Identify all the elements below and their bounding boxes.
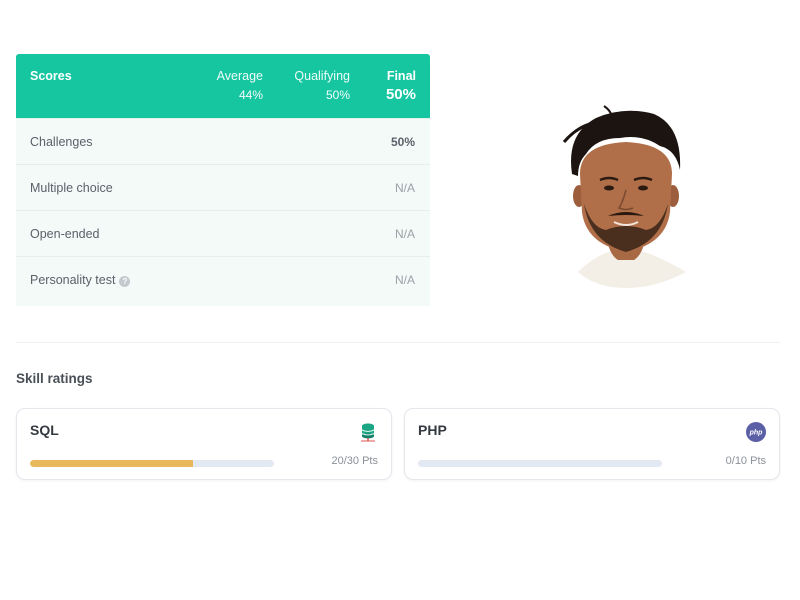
final-column: Final 50% — [386, 69, 416, 103]
score-row-label: Multiple choice — [30, 181, 113, 195]
skill-name: PHP — [418, 422, 447, 438]
average-value: 44% — [238, 88, 263, 102]
score-row-value: N/A — [394, 227, 415, 241]
help-icon[interactable]: ? — [119, 276, 131, 287]
qualifying-value: 50% — [325, 88, 350, 102]
score-row-value: N/A — [394, 273, 415, 287]
average-label: Average — [216, 69, 263, 83]
skill-points: 20/30 Pts — [331, 455, 378, 467]
score-row-open-ended: Open-ended N/A — [16, 210, 430, 256]
skill-card-sql: SQL 20/30 Pts — [16, 408, 392, 480]
php-icon: php — [746, 422, 766, 442]
skill-ratings-title: Skill ratings — [16, 371, 93, 386]
skill-points: 0/10 Pts — [725, 455, 766, 467]
database-icon — [361, 423, 375, 442]
score-row-challenges: Challenges 50% — [16, 118, 430, 164]
skill-card-php: PHP php 0/10 Pts — [404, 408, 780, 480]
score-row-label: Challenges — [30, 135, 93, 149]
scores-header: Scores Average 44% Qualifying 50% Final … — [16, 54, 430, 118]
final-label: Final — [386, 69, 416, 83]
candidate-photo — [562, 105, 686, 288]
score-row-multiple-choice: Multiple choice N/A — [16, 164, 430, 210]
progress-fill — [30, 460, 193, 467]
score-row-value: 50% — [390, 135, 415, 149]
score-row-label: Personality test? — [30, 273, 131, 287]
score-row-label: Open-ended — [30, 227, 100, 241]
progress-bar — [30, 460, 274, 467]
skill-name: SQL — [30, 422, 59, 438]
scores-title: Scores — [30, 69, 72, 83]
score-row-personality-test: Personality test? N/A — [16, 256, 430, 302]
progress-bar — [418, 460, 662, 467]
score-row-value: N/A — [394, 181, 415, 195]
final-value: 50% — [385, 86, 416, 103]
svg-text:php: php — [749, 430, 764, 437]
scores-table: Scores Average 44% Qualifying 50% Final … — [16, 54, 430, 306]
qualifying-label: Qualifying — [294, 69, 350, 83]
average-column: Average 44% — [217, 69, 263, 102]
personality-test-label: Personality test — [30, 273, 116, 287]
qualifying-column: Qualifying 50% — [294, 69, 350, 102]
section-divider — [16, 342, 780, 343]
